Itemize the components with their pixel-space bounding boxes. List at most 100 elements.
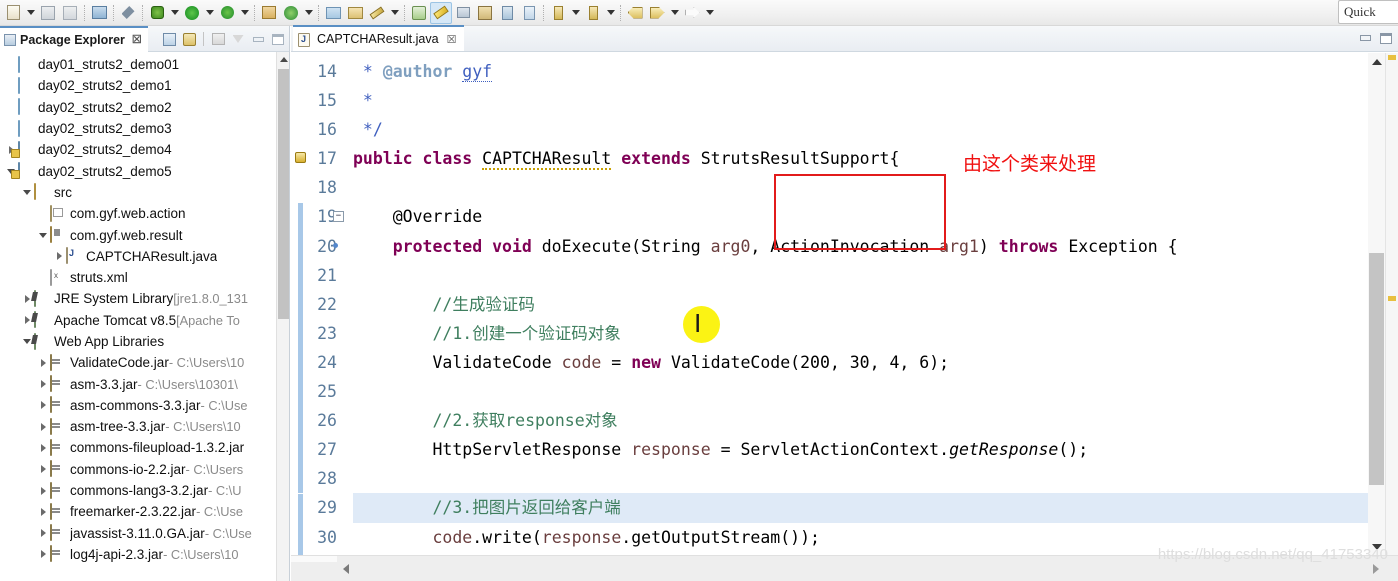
tree-item[interactable]: com.gyf.web.result: [0, 224, 277, 245]
code-viewport[interactable]: 14151617181920212223242526272829303132 *…: [291, 53, 1398, 555]
editor-horizontal-scrollbar[interactable]: [291, 555, 1398, 581]
tree-item[interactable]: javassist-3.11.0.GA.jar - C:\Use: [0, 523, 277, 544]
minimize-icon[interactable]: [1357, 30, 1373, 46]
chevron-down-icon[interactable]: [203, 2, 216, 24]
source-code-text[interactable]: * @author gyf * */ public class CAPTCHARe…: [295, 53, 1398, 555]
code-line[interactable]: //生成验证码: [353, 290, 1398, 319]
code-line[interactable]: //1.创建一个验证码对象: [353, 319, 1398, 348]
properties-button[interactable]: [518, 2, 540, 24]
highlight-button[interactable]: [430, 1, 452, 24]
chevron-right-icon[interactable]: [36, 416, 50, 437]
tab-package-explorer[interactable]: Package Explorer ☒: [0, 25, 148, 52]
back-button[interactable]: [624, 2, 646, 24]
scroll-down-icon[interactable]: [1368, 538, 1385, 555]
chevron-down-icon[interactable]: [20, 182, 34, 203]
chevron-down-icon[interactable]: [703, 2, 716, 24]
close-icon[interactable]: ☒: [447, 33, 457, 46]
code-line[interactable]: [353, 173, 1398, 202]
chevron-right-icon[interactable]: [36, 544, 50, 565]
code-line[interactable]: public class CAPTCHAResult extends Strut…: [295, 144, 1398, 173]
next-annotation-button[interactable]: [452, 2, 474, 24]
code-line[interactable]: @Override −: [333, 202, 1398, 231]
tree-item[interactable]: day01_struts2_demo01: [0, 54, 277, 75]
tree-item[interactable]: log4j-api-2.3.jar - C:\Users\10: [0, 544, 277, 565]
tab-captcharesult-java[interactable]: CAPTCHAResult.java ☒: [293, 25, 465, 51]
server-button[interactable]: [474, 2, 496, 24]
build-button[interactable]: [117, 2, 139, 24]
tree-item[interactable]: asm-commons-3.3.jar - C:\Use: [0, 395, 277, 416]
code-line[interactable]: code.write(response.getOutputStream());: [353, 523, 1398, 552]
save-all-button[interactable]: [59, 2, 81, 24]
tree-item[interactable]: commons-io-2.2.jar - C:\Users: [0, 459, 277, 480]
scrollbar-thumb[interactable]: [278, 69, 289, 319]
chevron-right-icon[interactable]: [36, 374, 50, 395]
tree-item[interactable]: day02_struts2_demo4: [0, 139, 277, 160]
tree-item[interactable]: com.gyf.web.action: [0, 203, 277, 224]
next-edit-button[interactable]: [547, 2, 569, 24]
tree-item[interactable]: day02_struts2_demo5: [0, 160, 277, 181]
new-wizard-button[interactable]: [2, 2, 24, 24]
tree-item[interactable]: asm-tree-3.3.jar - C:\Users\10: [0, 416, 277, 437]
run-button[interactable]: [181, 2, 203, 24]
code-line[interactable]: [353, 464, 1398, 493]
chevron-down-icon[interactable]: [168, 2, 181, 24]
search-button[interactable]: [366, 2, 388, 24]
link-with-editor-button[interactable]: [180, 30, 198, 48]
code-line[interactable]: [353, 377, 1398, 406]
code-line[interactable]: * @author gyf: [353, 57, 1398, 86]
chevron-down-icon[interactable]: [388, 2, 401, 24]
scrollbar-thumb[interactable]: [1369, 253, 1384, 485]
code-line[interactable]: //3.把图片返回给客户端: [353, 493, 1398, 523]
editor-overview-ruler[interactable]: [1385, 53, 1398, 555]
scroll-up-icon[interactable]: [277, 52, 290, 67]
chevron-down-icon[interactable]: [36, 225, 50, 246]
scroll-left-icon[interactable]: [337, 560, 354, 577]
quick-access-field[interactable]: Quick: [1338, 0, 1398, 24]
chevron-right-icon[interactable]: [36, 437, 50, 458]
code-line[interactable]: ValidateCode code = new ValidateCode(200…: [353, 348, 1398, 377]
new-package-button[interactable]: [258, 2, 280, 24]
focus-active-task-button[interactable]: [209, 30, 227, 48]
code-line[interactable]: *: [353, 86, 1398, 115]
chevron-down-icon[interactable]: [24, 2, 37, 24]
forward-button[interactable]: [646, 2, 668, 24]
tree-item[interactable]: freemarker-2.3.22.jar - C:\Use: [0, 501, 277, 522]
tree-item[interactable]: day02_struts2_demo1: [0, 75, 277, 96]
open-type-button[interactable]: [322, 2, 344, 24]
tree-item[interactable]: CAPTCHAResult.java: [0, 246, 277, 267]
tree-item[interactable]: struts.xml: [0, 267, 277, 288]
collapse-all-button[interactable]: [160, 30, 178, 48]
tree-item[interactable]: JRE System Library [jre1.8.0_131: [0, 288, 277, 309]
minimize-view-button[interactable]: [249, 30, 267, 48]
debug-button[interactable]: [146, 2, 168, 24]
tree-item[interactable]: day02_struts2_demo2: [0, 97, 277, 118]
tree-item[interactable]: src: [0, 182, 277, 203]
console-button[interactable]: [496, 2, 518, 24]
navigate-button[interactable]: [681, 2, 703, 24]
scroll-up-icon[interactable]: [1368, 53, 1385, 70]
print-button[interactable]: [88, 2, 110, 24]
previous-edit-button[interactable]: [582, 2, 604, 24]
code-line[interactable]: protected void doExecute(String arg0, Ac…: [333, 232, 1398, 261]
chevron-right-icon[interactable]: [36, 523, 50, 544]
chevron-down-icon[interactable]: [569, 2, 582, 24]
maximize-icon[interactable]: [1378, 30, 1394, 46]
open-task-button[interactable]: [344, 2, 366, 24]
maximize-view-button[interactable]: [269, 30, 287, 48]
chevron-right-icon[interactable]: [52, 246, 66, 267]
code-folding-gutter[interactable]: [338, 53, 352, 555]
close-icon[interactable]: ☒: [132, 33, 142, 46]
tree-item[interactable]: day02_struts2_demo3: [0, 118, 277, 139]
run-external-tools-button[interactable]: [216, 2, 238, 24]
scroll-right-icon[interactable]: [1367, 560, 1384, 577]
warning-marker[interactable]: [1388, 55, 1396, 60]
chevron-down-icon[interactable]: [238, 2, 251, 24]
tree-item[interactable]: Apache Tomcat v8.5 [Apache To: [0, 310, 277, 331]
code-line[interactable]: */: [353, 115, 1398, 144]
code-line[interactable]: [353, 261, 1398, 290]
chevron-right-icon[interactable]: [36, 480, 50, 501]
chevron-right-icon[interactable]: [36, 459, 50, 480]
chevron-down-icon[interactable]: [302, 2, 315, 24]
tree-item[interactable]: commons-fileupload-1.3.2.jar: [0, 437, 277, 458]
tree-item[interactable]: Web App Libraries: [0, 331, 277, 352]
